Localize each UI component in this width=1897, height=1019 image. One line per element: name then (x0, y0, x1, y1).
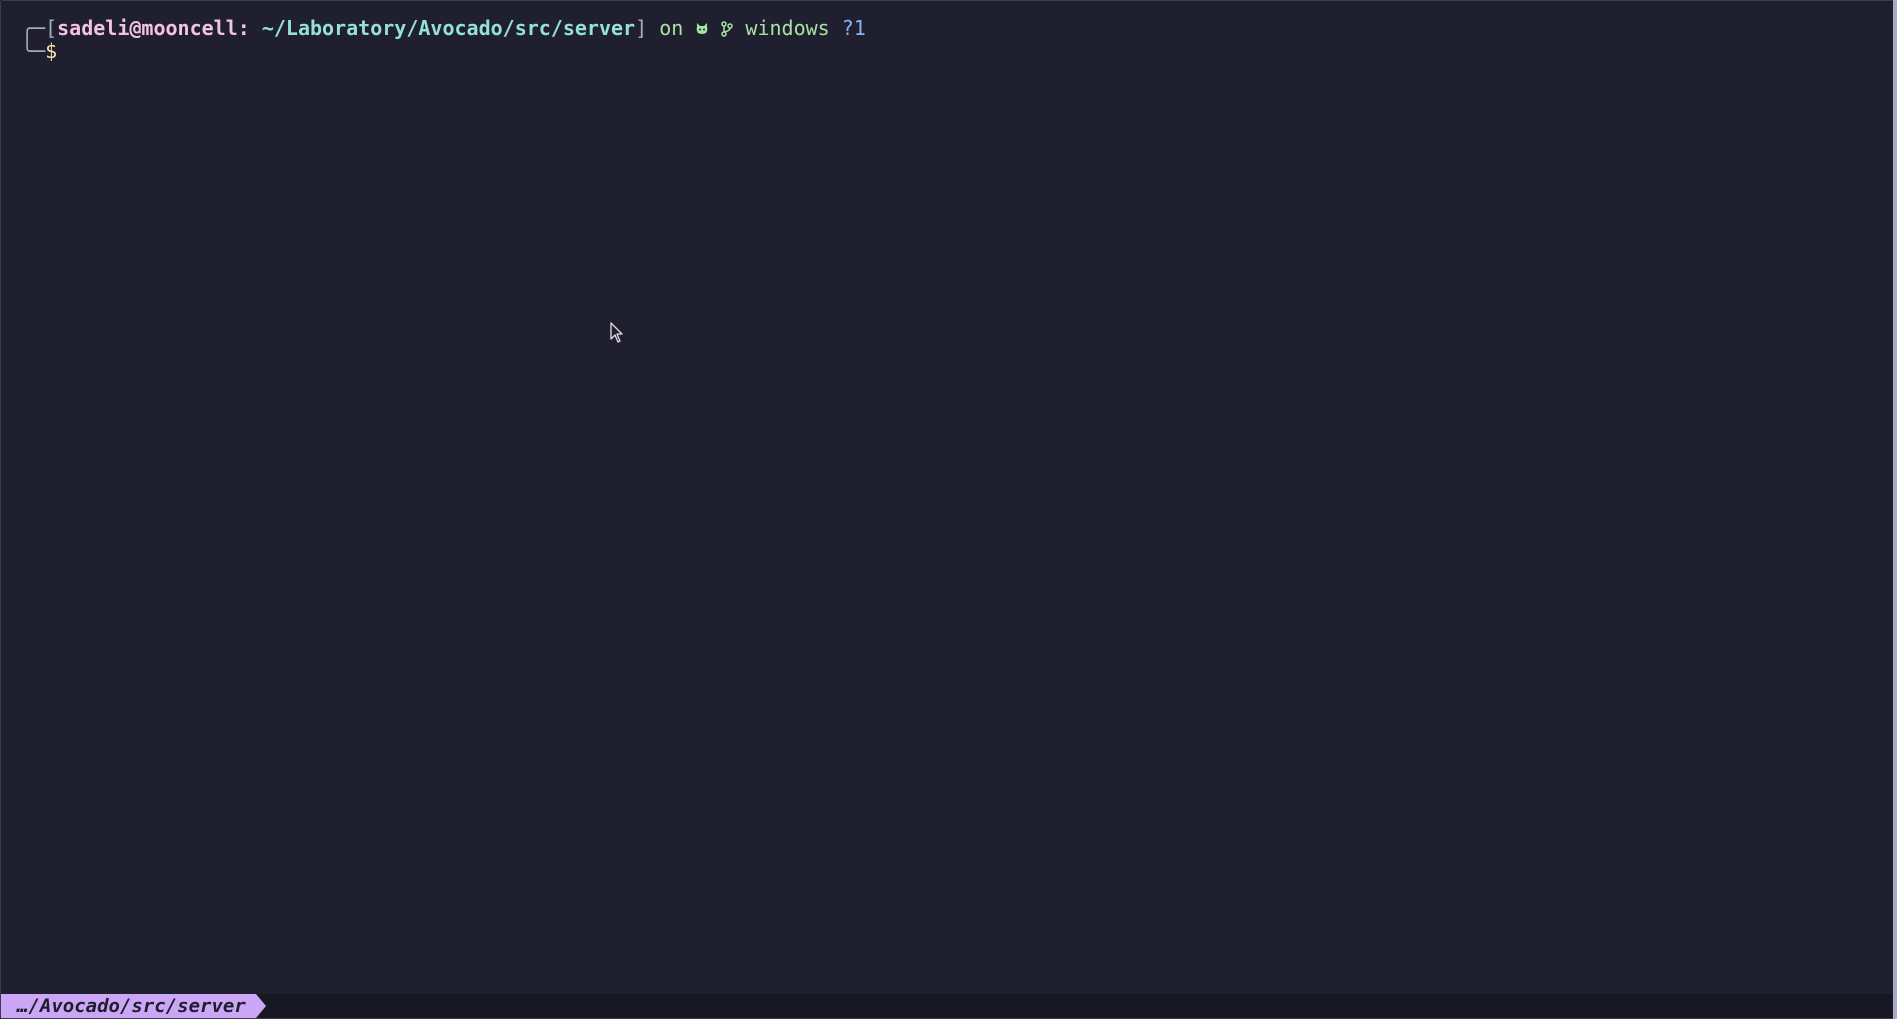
prompt-gap (709, 16, 721, 40)
prompt-box-bottom: ╰─ (21, 39, 46, 63)
mouse-pointer-icon (610, 322, 624, 344)
terminal-window[interactable]: ╭─[sadeli@mooncell: ~/Laboratory/Avocado… (0, 0, 1897, 1019)
prompt-close-bracket: ] (635, 16, 648, 40)
statusbar-arrow-icon (256, 994, 266, 1018)
prompt-box-top: ╭─[ (21, 16, 58, 40)
status-bar: …/Avocado/src/server (1, 994, 1894, 1018)
prompt-dollar: $ (45, 39, 58, 63)
prompt-on: on (647, 16, 696, 40)
prompt-user-host: sadeli@mooncell: (57, 16, 250, 40)
prompt-path: ~/Laboratory/Avocado/src/server (261, 16, 636, 40)
git-branch-icon (721, 16, 734, 40)
github-cat-icon (695, 16, 709, 40)
prompt-line-2[interactable]: ╰─$ (21, 38, 57, 64)
prompt-branch: windows (733, 16, 830, 40)
prompt-line-1: ╭─[sadeli@mooncell: ~/Laboratory/Avocado… (21, 15, 866, 41)
window-edge (1893, 0, 1897, 1019)
statusbar-path: …/Avocado/src/server (1, 994, 256, 1018)
prompt-git-status: ?1 (829, 16, 866, 40)
